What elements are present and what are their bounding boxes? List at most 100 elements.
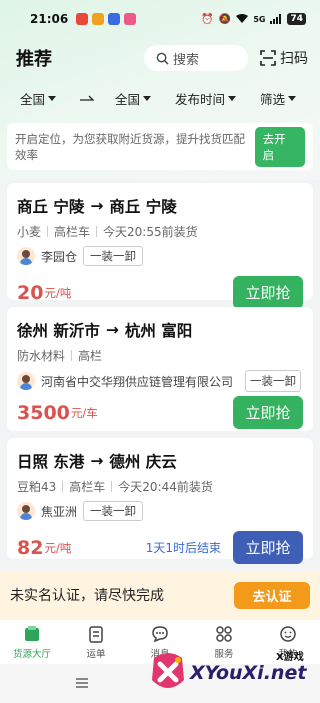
watermark: X游戏 XYouXi.net	[146, 644, 320, 700]
arrow-right-icon: →	[90, 452, 104, 470]
scan-button[interactable]: 扫码	[260, 48, 308, 68]
divider	[71, 350, 73, 361]
shipper: 焦亚洲 一装一卸	[17, 501, 303, 521]
route: 徐州 新沂市 → 杭州 富阳	[17, 319, 303, 341]
cargo-meta: 小麦 高栏车 今天20:55前装货	[17, 223, 303, 240]
caret-down-icon	[143, 95, 152, 101]
price-row: 3500 元/车 立即抢	[17, 396, 303, 429]
price-value: 82	[17, 536, 44, 559]
tab-label: 货源大厅	[12, 649, 51, 660]
destination-filter[interactable]: 全国	[115, 89, 152, 108]
cargo-meta: 防水材料 高栏	[17, 347, 303, 364]
enable-location-button[interactable]: 去开启	[254, 126, 305, 167]
loading-time: 今天20:44前装货	[118, 480, 213, 494]
divider	[62, 481, 64, 492]
shipper-name: 河南省中交华翔供应链管理有限公司	[41, 374, 234, 389]
filter-bar: 全国 全国 发布时间 筛选	[0, 84, 320, 112]
scan-icon	[260, 50, 276, 66]
verification-banner: 未实名认证，请尽快完成 去认证	[0, 571, 320, 619]
route: 商丘 宁陵 → 商丘 宁陵	[17, 195, 303, 217]
price-row: 82 元/吨 1天1时后结束 立即抢	[17, 531, 303, 564]
grab-order-button[interactable]: 立即抢	[233, 531, 303, 564]
route-origin: 商丘 宁陵	[17, 198, 85, 216]
search-button[interactable]: 搜索	[144, 45, 248, 71]
mute-icon: 🔕	[218, 13, 232, 25]
caret-down-icon	[48, 95, 57, 101]
watermark-small-text: X游戏	[276, 652, 304, 663]
cargo-type: 防水材料	[17, 349, 66, 363]
verification-text: 未实名认证，请尽快完成	[10, 588, 164, 604]
arrow-right-icon: →	[90, 197, 104, 215]
waybill-icon	[89, 626, 103, 643]
countdown-text: 1天1时后结束	[145, 541, 221, 555]
route: 日照 东港 → 德州 庆云	[17, 450, 303, 472]
watermark-big-text: XYouXi.net	[190, 662, 307, 684]
cargo-meta: 豆粕43 高栏车 今天20:44前装货	[17, 478, 303, 495]
route-destination: 杭州 富阳	[124, 322, 193, 340]
price-unit: 元/吨	[44, 540, 72, 555]
location-banner-text: 开启定位，为您获取附近货源，提升找货匹配效率	[15, 131, 245, 162]
origin-filter-label: 全国	[20, 91, 46, 107]
notification-app-icon	[124, 13, 137, 25]
menu-icon[interactable]	[76, 678, 88, 688]
cargo-hall-icon	[25, 626, 39, 641]
price-row: 20 元/吨 立即抢	[17, 276, 303, 309]
notification-app-icon	[92, 13, 105, 25]
status-bar: 21:06 ⏰ 🔕 5G 74	[0, 0, 320, 38]
signal-icon	[270, 14, 282, 24]
divider	[47, 226, 49, 237]
cargo-type: 豆粕43	[17, 480, 57, 494]
load-type-tag: 一装一卸	[83, 501, 144, 521]
watermark-logo	[152, 653, 184, 688]
network-type: 5G	[253, 14, 266, 24]
wifi-icon	[236, 14, 249, 23]
message-icon	[152, 626, 168, 643]
vehicle-type: 高栏车	[54, 225, 91, 239]
price-value: 3500	[17, 401, 70, 424]
route-origin: 日照 东港	[17, 453, 85, 471]
cargo-card[interactable]: 商丘 宁陵 → 商丘 宁陵 小麦 高栏车 今天20:55前装货 李园仓 一装一卸…	[7, 183, 313, 309]
publish-time-filter-label: 发布时间	[175, 91, 226, 107]
tab-waybill[interactable]: 运单	[64, 620, 128, 664]
vehicle-type: 高栏	[78, 349, 103, 363]
caret-down-icon	[228, 95, 237, 101]
route-destination: 德州 庆云	[109, 453, 177, 471]
vehicle-type: 高栏车	[69, 480, 106, 494]
grab-order-button[interactable]: 立即抢	[233, 396, 303, 429]
route-arrow-icon	[80, 94, 94, 102]
route-destination: 商丘 宁陵	[109, 198, 177, 216]
price-unit: 元/车	[70, 405, 98, 420]
origin-filter[interactable]: 全国	[20, 89, 57, 108]
page-title: 推荐	[16, 45, 52, 73]
divider	[96, 226, 98, 237]
cargo-card[interactable]: 徐州 新沂市 → 杭州 富阳 防水材料 高栏 河南省中交华翔供应链管理有限公司 …	[7, 307, 313, 431]
screen-filter-label: 筛选	[260, 91, 286, 107]
cargo-card[interactable]: 日照 东港 → 德州 庆云 豆粕43 高栏车 今天20:44前装货 焦亚洲 一装…	[7, 438, 313, 564]
price-value: 20	[17, 281, 44, 304]
service-icon	[216, 626, 232, 642]
publish-time-filter[interactable]: 发布时间	[175, 89, 237, 108]
alarm-icon: ⏰	[201, 13, 214, 25]
notification-app-icon	[108, 13, 121, 25]
caret-down-icon	[288, 95, 297, 101]
notification-app-icon	[76, 13, 89, 25]
price-unit: 元/吨	[44, 285, 72, 300]
notification-icons	[76, 13, 137, 25]
shipper: 李园仓 一装一卸	[17, 246, 303, 266]
scan-label: 扫码	[280, 51, 308, 67]
status-time: 21:06	[30, 12, 69, 26]
load-type-tag: 一装一卸	[245, 370, 301, 392]
avatar	[17, 502, 35, 520]
screen-filter[interactable]: 筛选	[260, 89, 297, 108]
avatar	[17, 372, 35, 390]
verify-button[interactable]: 去认证	[234, 581, 310, 609]
location-banner: 开启定位，为您获取附近货源，提升找货匹配效率 去开启	[7, 123, 313, 170]
app-header: 推荐 搜索 扫码	[0, 40, 320, 76]
status-indicators: ⏰ 🔕 5G 74	[201, 13, 306, 25]
tab-cargo-hall[interactable]: 货源大厅	[0, 620, 64, 664]
load-type-tag: 一装一卸	[83, 246, 144, 266]
grab-order-button[interactable]: 立即抢	[233, 276, 303, 309]
shipper-name: 焦亚洲	[41, 504, 78, 519]
arrow-right-icon: →	[105, 321, 119, 339]
loading-time: 今天20:55前装货	[103, 225, 198, 239]
